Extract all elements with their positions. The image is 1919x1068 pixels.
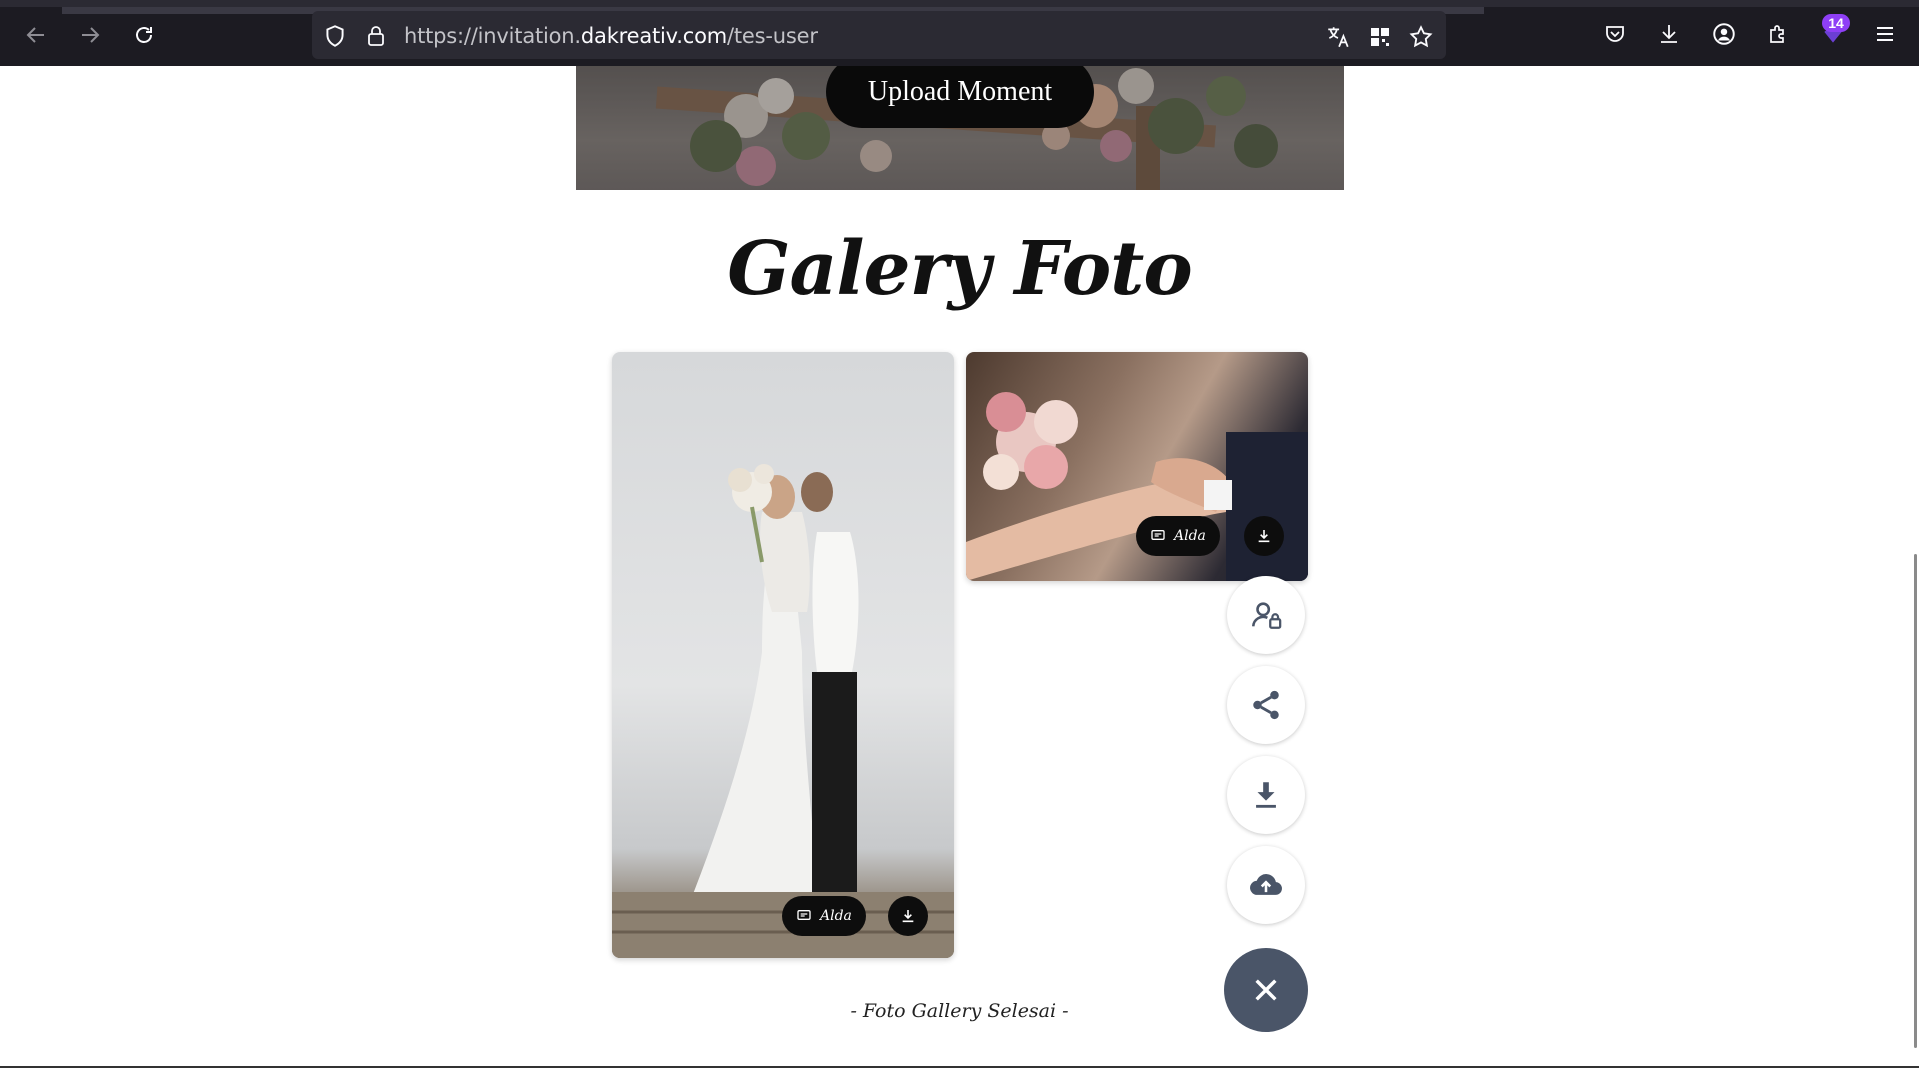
photo-download-button[interactable] <box>1244 516 1284 556</box>
url-prefix: https://invitation. <box>404 24 581 48</box>
share-button[interactable] <box>1227 666 1305 744</box>
page-scrollbar[interactable] <box>1914 554 1917 1048</box>
reload-icon <box>136 27 152 43</box>
url-text[interactable]: https://invitation.dakreativ.com/tes-use… <box>404 24 818 48</box>
hero-banner: Upload Moment <box>576 66 1344 190</box>
photo-download-button[interactable] <box>888 896 928 936</box>
download-icon <box>1256 782 1276 808</box>
shield-icon[interactable] <box>322 23 348 54</box>
account-icon[interactable] <box>1709 19 1739 49</box>
url-path: /tes-user <box>727 24 818 48</box>
forward-button[interactable] <box>72 17 108 53</box>
gallery-end-note: - Foto Gallery Selesai - <box>850 1000 1069 1022</box>
lock-icon[interactable] <box>364 23 388 54</box>
download-icon <box>1258 530 1270 543</box>
extension-badge: 14 <box>1822 14 1850 32</box>
back-button[interactable] <box>18 17 54 53</box>
gallery-photo[interactable]: Alda <box>966 352 1308 581</box>
url-host: dakreativ.com <box>580 24 728 48</box>
download-icon <box>902 910 914 923</box>
pocket-icon[interactable] <box>1600 19 1630 49</box>
comment-icon <box>797 910 811 920</box>
user-lock-icon <box>1251 602 1282 629</box>
bookmark-star-icon[interactable] <box>1407 23 1435 51</box>
address-bar[interactable]: https://invitation.dakreativ.com/tes-use… <box>312 11 1446 59</box>
upload-moment-button[interactable]: Upload Moment <box>826 66 1094 128</box>
page-content: Upload Moment Galery Foto Alda Alda - Fo… <box>0 66 1919 1068</box>
share-icon <box>1253 690 1279 720</box>
upload-button[interactable] <box>1227 846 1305 924</box>
cloud-upload-icon <box>1250 874 1282 895</box>
gallery-title: Galery Foto <box>727 226 1192 312</box>
download-all-button[interactable] <box>1227 756 1305 834</box>
translate-icon[interactable] <box>1324 23 1352 51</box>
qr-code-icon[interactable] <box>1366 23 1394 51</box>
photo-caption: Alda <box>1174 528 1206 544</box>
photo-caption-pill[interactable]: Alda <box>1136 516 1220 556</box>
couple-photo-image <box>612 464 954 958</box>
photo-caption-pill[interactable]: Alda <box>782 896 866 936</box>
hamburger-menu-icon[interactable] <box>1870 19 1900 49</box>
comment-icon <box>1151 530 1165 540</box>
guest-login-button[interactable] <box>1227 576 1305 654</box>
gallery-photo[interactable]: Alda <box>612 352 954 958</box>
downloads-icon[interactable] <box>1654 19 1684 49</box>
arrow-right-icon <box>82 27 100 43</box>
arrow-left-icon <box>26 27 44 43</box>
extensions-icon[interactable] <box>1763 19 1793 49</box>
photo-caption: Alda <box>820 908 852 924</box>
reload-button[interactable] <box>126 17 162 53</box>
